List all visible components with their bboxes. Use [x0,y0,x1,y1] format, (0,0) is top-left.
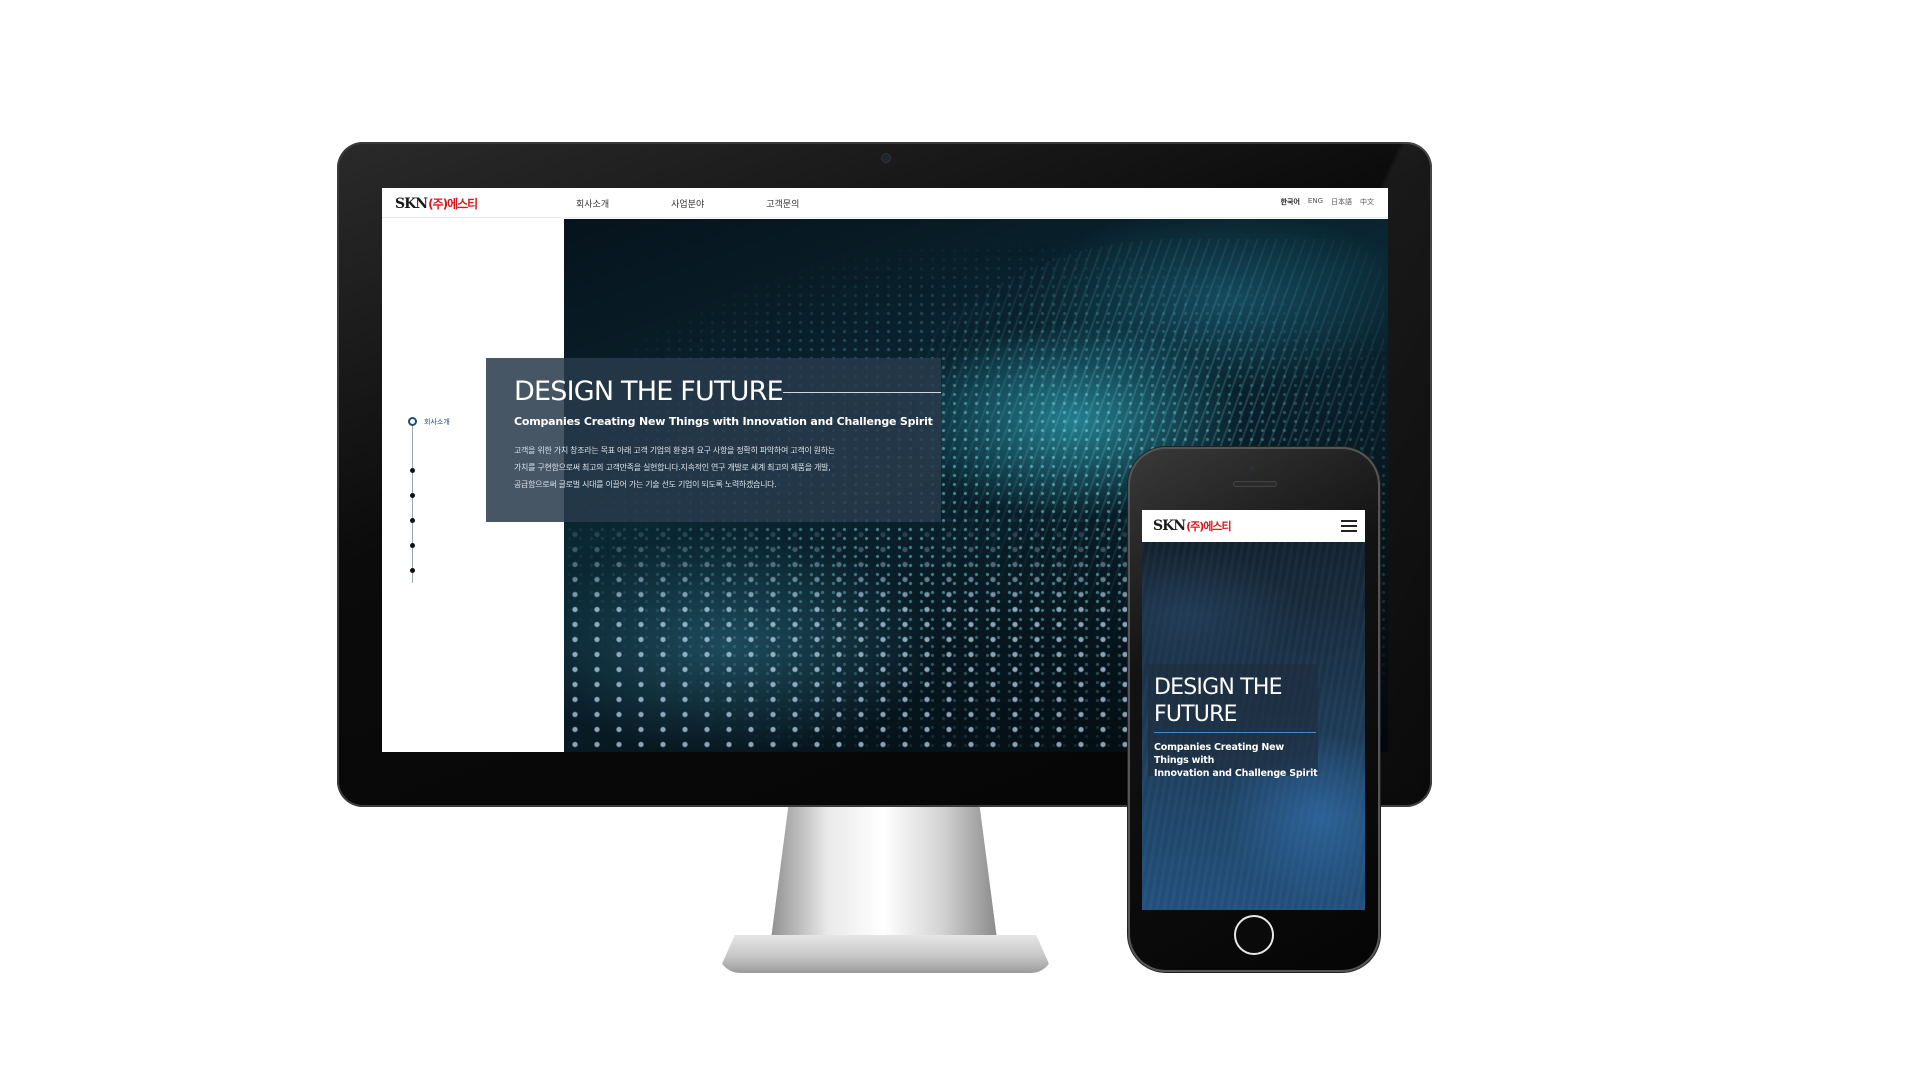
mobile-logo-name: (주)에스티 [1186,520,1232,533]
side-nav-dot[interactable] [410,518,415,523]
mobile-logo-mark: SKN [1153,518,1186,534]
mobile-hero-subtitle-line: Innovation and Challenge Spirit [1154,768,1318,779]
nav-item-business[interactable]: 사업분야 [671,197,704,210]
phone-front-camera [1249,465,1255,471]
home-button[interactable] [1234,915,1274,955]
logo-mark: SKN [395,196,428,212]
mobile-hero-panel: DESIGN THE FUTURE Companies Creating New… [1148,664,1318,779]
side-nav-line [412,426,413,583]
mobile-header: SKN (주)에스티 [1142,510,1365,542]
hero-text-panel: DESIGN THE FUTURE Companies Creating New… [486,358,941,522]
hero-description-line: 고객을 위한 가치 창조라는 목표 아래 고객 기업의 환경과 요구 사항을 정… [514,446,835,455]
site-header: SKN (주)에스티 회사소개 사업분야 고객문의 한국어 ENG 日本語 中文 [382,188,1388,218]
side-nav-dot[interactable] [410,568,415,573]
monitor-stand-base [718,935,1053,973]
mobile-hero-rule [1154,732,1316,733]
mobile-screen: SKN (주)에스티 DESIGN THE FUTURE Companies C… [1142,510,1365,910]
hero-title-rule [783,392,941,393]
monitor-stand-neck [770,807,998,947]
lang-korean[interactable]: 한국어 [1281,197,1300,207]
mobile-hero-title-line: DESIGN THE [1154,675,1282,700]
hero-subtitle: Companies Creating New Things with Innov… [514,415,933,428]
company-logo[interactable]: SKN (주)에스티 [395,195,478,212]
mobile-hero-subtitle-line: Companies Creating New Things with [1154,742,1284,766]
language-switcher: 한국어 ENG 日本語 中文 [1281,197,1374,207]
nav-item-company[interactable]: 회사소개 [576,197,609,210]
mobile-hero-subtitle: Companies Creating New Things with Innov… [1154,741,1318,780]
nav-item-contact[interactable]: 고객문의 [766,197,799,210]
lang-japanese[interactable]: 日本語 [1331,197,1352,207]
hero-particle-foreground [564,512,1141,752]
lang-chinese[interactable]: 中文 [1360,197,1374,207]
side-nav-dot[interactable] [410,468,415,473]
phone-speaker [1233,481,1277,487]
lang-english[interactable]: ENG [1308,197,1323,207]
side-nav-active-label[interactable]: 회사소개 [424,417,450,427]
mobile-phone: SKN (주)에스티 DESIGN THE FUTURE Companies C… [1128,447,1380,972]
hero-description: 고객을 위한 가치 창조라는 목표 아래 고객 기업의 환경과 요구 사항을 정… [514,442,914,493]
side-nav-dot[interactable] [410,543,415,548]
side-nav-dot[interactable] [410,493,415,498]
side-nav-active-indicator[interactable] [408,417,417,426]
hamburger-icon[interactable] [1341,520,1357,533]
hero-description-line: 가치를 구현함으로써 최고의 고객만족을 실현합니다.지속적인 연구 개발로 세… [514,463,831,472]
webcam [882,154,890,162]
logo-name: (주)에스티 [428,197,478,211]
hero-description-line: 공급함으로써 글로벌 시대를 이끌어 가는 기술 선도 기업이 되도록 노력하겠… [514,480,777,489]
mobile-hero-title: DESIGN THE FUTURE [1154,674,1318,728]
mobile-company-logo[interactable]: SKN (주)에스티 [1153,518,1232,534]
main-nav: 회사소개 사업분야 고객문의 [576,197,799,210]
mobile-hero-title-line: FUTURE [1154,702,1237,727]
